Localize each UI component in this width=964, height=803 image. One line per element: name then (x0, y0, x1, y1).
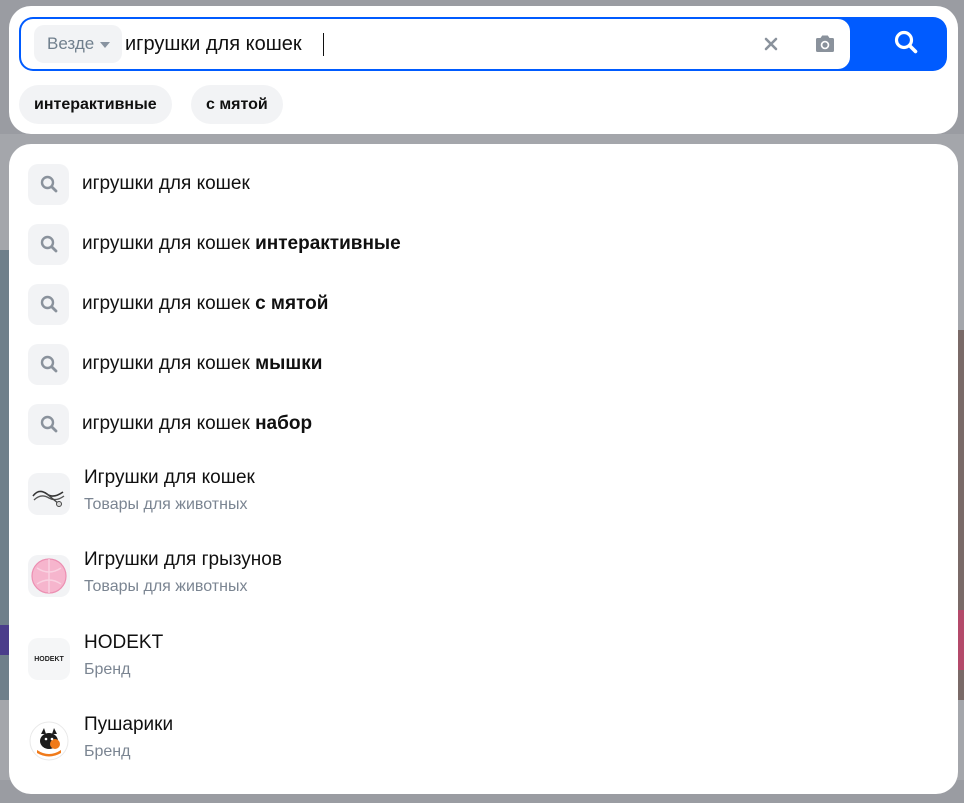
search-icon (893, 29, 919, 60)
search-icon (28, 163, 69, 205)
search-icon (28, 283, 69, 325)
search-button[interactable] (864, 17, 947, 71)
suggestion-title: HODEKT (84, 632, 164, 653)
suggestions-dropdown: игрушки для кошек игрушки для кошек инте… (9, 144, 958, 794)
cat-teaser-toy-image (28, 473, 70, 515)
suggestion-text: игрушки для кошек набор (82, 413, 313, 434)
suggestion-item[interactable]: игрушки для кошек интерактивные (9, 214, 958, 274)
chevron-down-icon (100, 42, 111, 48)
pusharik-logo (28, 720, 70, 762)
chip-label: с мятой (206, 95, 268, 113)
suggestion-text: игрушки для кошек (82, 173, 250, 194)
search-bar: Везде (19, 17, 947, 71)
brand-suggestion[interactable]: Пушарики Бренд (9, 706, 958, 784)
search-icon (28, 223, 69, 265)
search-icon (28, 403, 69, 445)
suggestion-title: Пушарики (84, 714, 174, 735)
suggestion-text: игрушки для кошек с мятой (82, 293, 329, 314)
search-field: Везде (21, 19, 850, 69)
suggestion-text: игрушки для кошек интерактивные (82, 233, 401, 254)
search-panel: Везде игрушки для кошек интерактивные с … (9, 6, 958, 134)
suggestion-subtitle: Бренд (84, 743, 131, 760)
svg-text:HODEKT: HODEKT (34, 656, 64, 663)
chip-catnip[interactable]: с мятой (191, 85, 283, 124)
chip-interactive[interactable]: интерактивные (19, 85, 172, 124)
camera-icon[interactable] (812, 31, 838, 57)
suggestion-item[interactable]: игрушки для кошек (9, 154, 958, 214)
suggestion-subtitle: Бренд (84, 661, 131, 678)
suggestion-title: Игрушки для грызунов (84, 549, 282, 570)
suggestion-item[interactable]: игрушки для кошек набор (9, 394, 958, 454)
background-accent-left (0, 625, 9, 655)
clear-icon[interactable] (759, 32, 783, 56)
suggestion-text: игрушки для кошек мышки (82, 353, 323, 374)
search-scope-label: Везде (47, 34, 95, 53)
chip-label: интерактивные (34, 95, 157, 113)
suggestion-item[interactable]: игрушки для кошек с мятой (9, 274, 958, 334)
search-input[interactable] (125, 24, 725, 64)
suggestion-subtitle: Товары для животных (84, 578, 248, 595)
brand-suggestion[interactable]: HODEKT HODEKT Бренд (9, 624, 958, 702)
category-suggestion[interactable]: Игрушки для кошек Товары для животных (9, 459, 958, 537)
search-scope-select[interactable]: Везде (34, 25, 123, 63)
search-icon (28, 343, 69, 385)
text-cursor (323, 33, 324, 56)
suggestion-subtitle: Товары для животных (84, 496, 248, 513)
category-suggestion[interactable]: Игрушки для грызунов Товары для животных (9, 541, 958, 619)
suggestion-item[interactable]: игрушки для кошек мышки (9, 334, 958, 394)
background-accent-right (958, 610, 964, 670)
suggestion-title: Игрушки для кошек (84, 467, 255, 488)
hodekt-logo: HODEKT (28, 638, 70, 680)
pink-hamster-ball-image (28, 555, 70, 597)
